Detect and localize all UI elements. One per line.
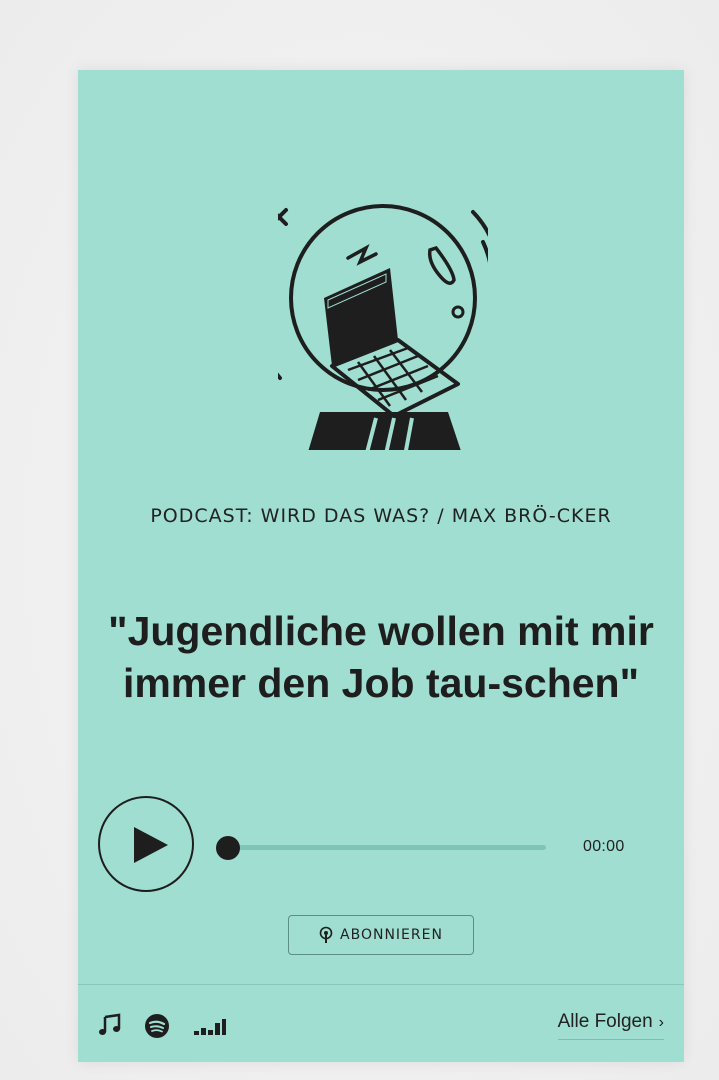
podcast-icon — [319, 926, 333, 943]
progress-knob[interactable] — [216, 836, 240, 860]
all-episodes-label: Alle Folgen — [557, 1011, 653, 1032]
subscribe-button[interactable]: ABONNIEREN — [288, 915, 474, 955]
podcast-kicker: PODCAST: WIRD DAS WAS? / MAX BRÖ-CKER — [150, 505, 612, 527]
podcast-player-card: PODCAST: WIRD DAS WAS? / MAX BRÖ-CKER "J… — [78, 70, 684, 1062]
all-episodes-link[interactable]: Alle Folgen › — [557, 1011, 664, 1040]
progress-track[interactable] — [226, 845, 546, 850]
chevron-right-icon: › — [658, 1014, 664, 1031]
play-button[interactable] — [98, 796, 194, 892]
subscribe-label: ABONNIEREN — [340, 927, 443, 943]
deezer-icon[interactable] — [194, 1017, 226, 1035]
crystal-ball-laptop-illustration — [278, 204, 488, 450]
play-icon — [134, 827, 168, 863]
spotify-icon[interactable] — [144, 1013, 170, 1039]
player-footer: Alle Folgen › — [78, 985, 684, 1062]
elapsed-time: 00:00 — [583, 838, 625, 855]
episode-title: "Jugendliche wollen mit mir immer den Jo… — [108, 608, 654, 706]
music-note-icon[interactable] — [98, 1013, 122, 1037]
